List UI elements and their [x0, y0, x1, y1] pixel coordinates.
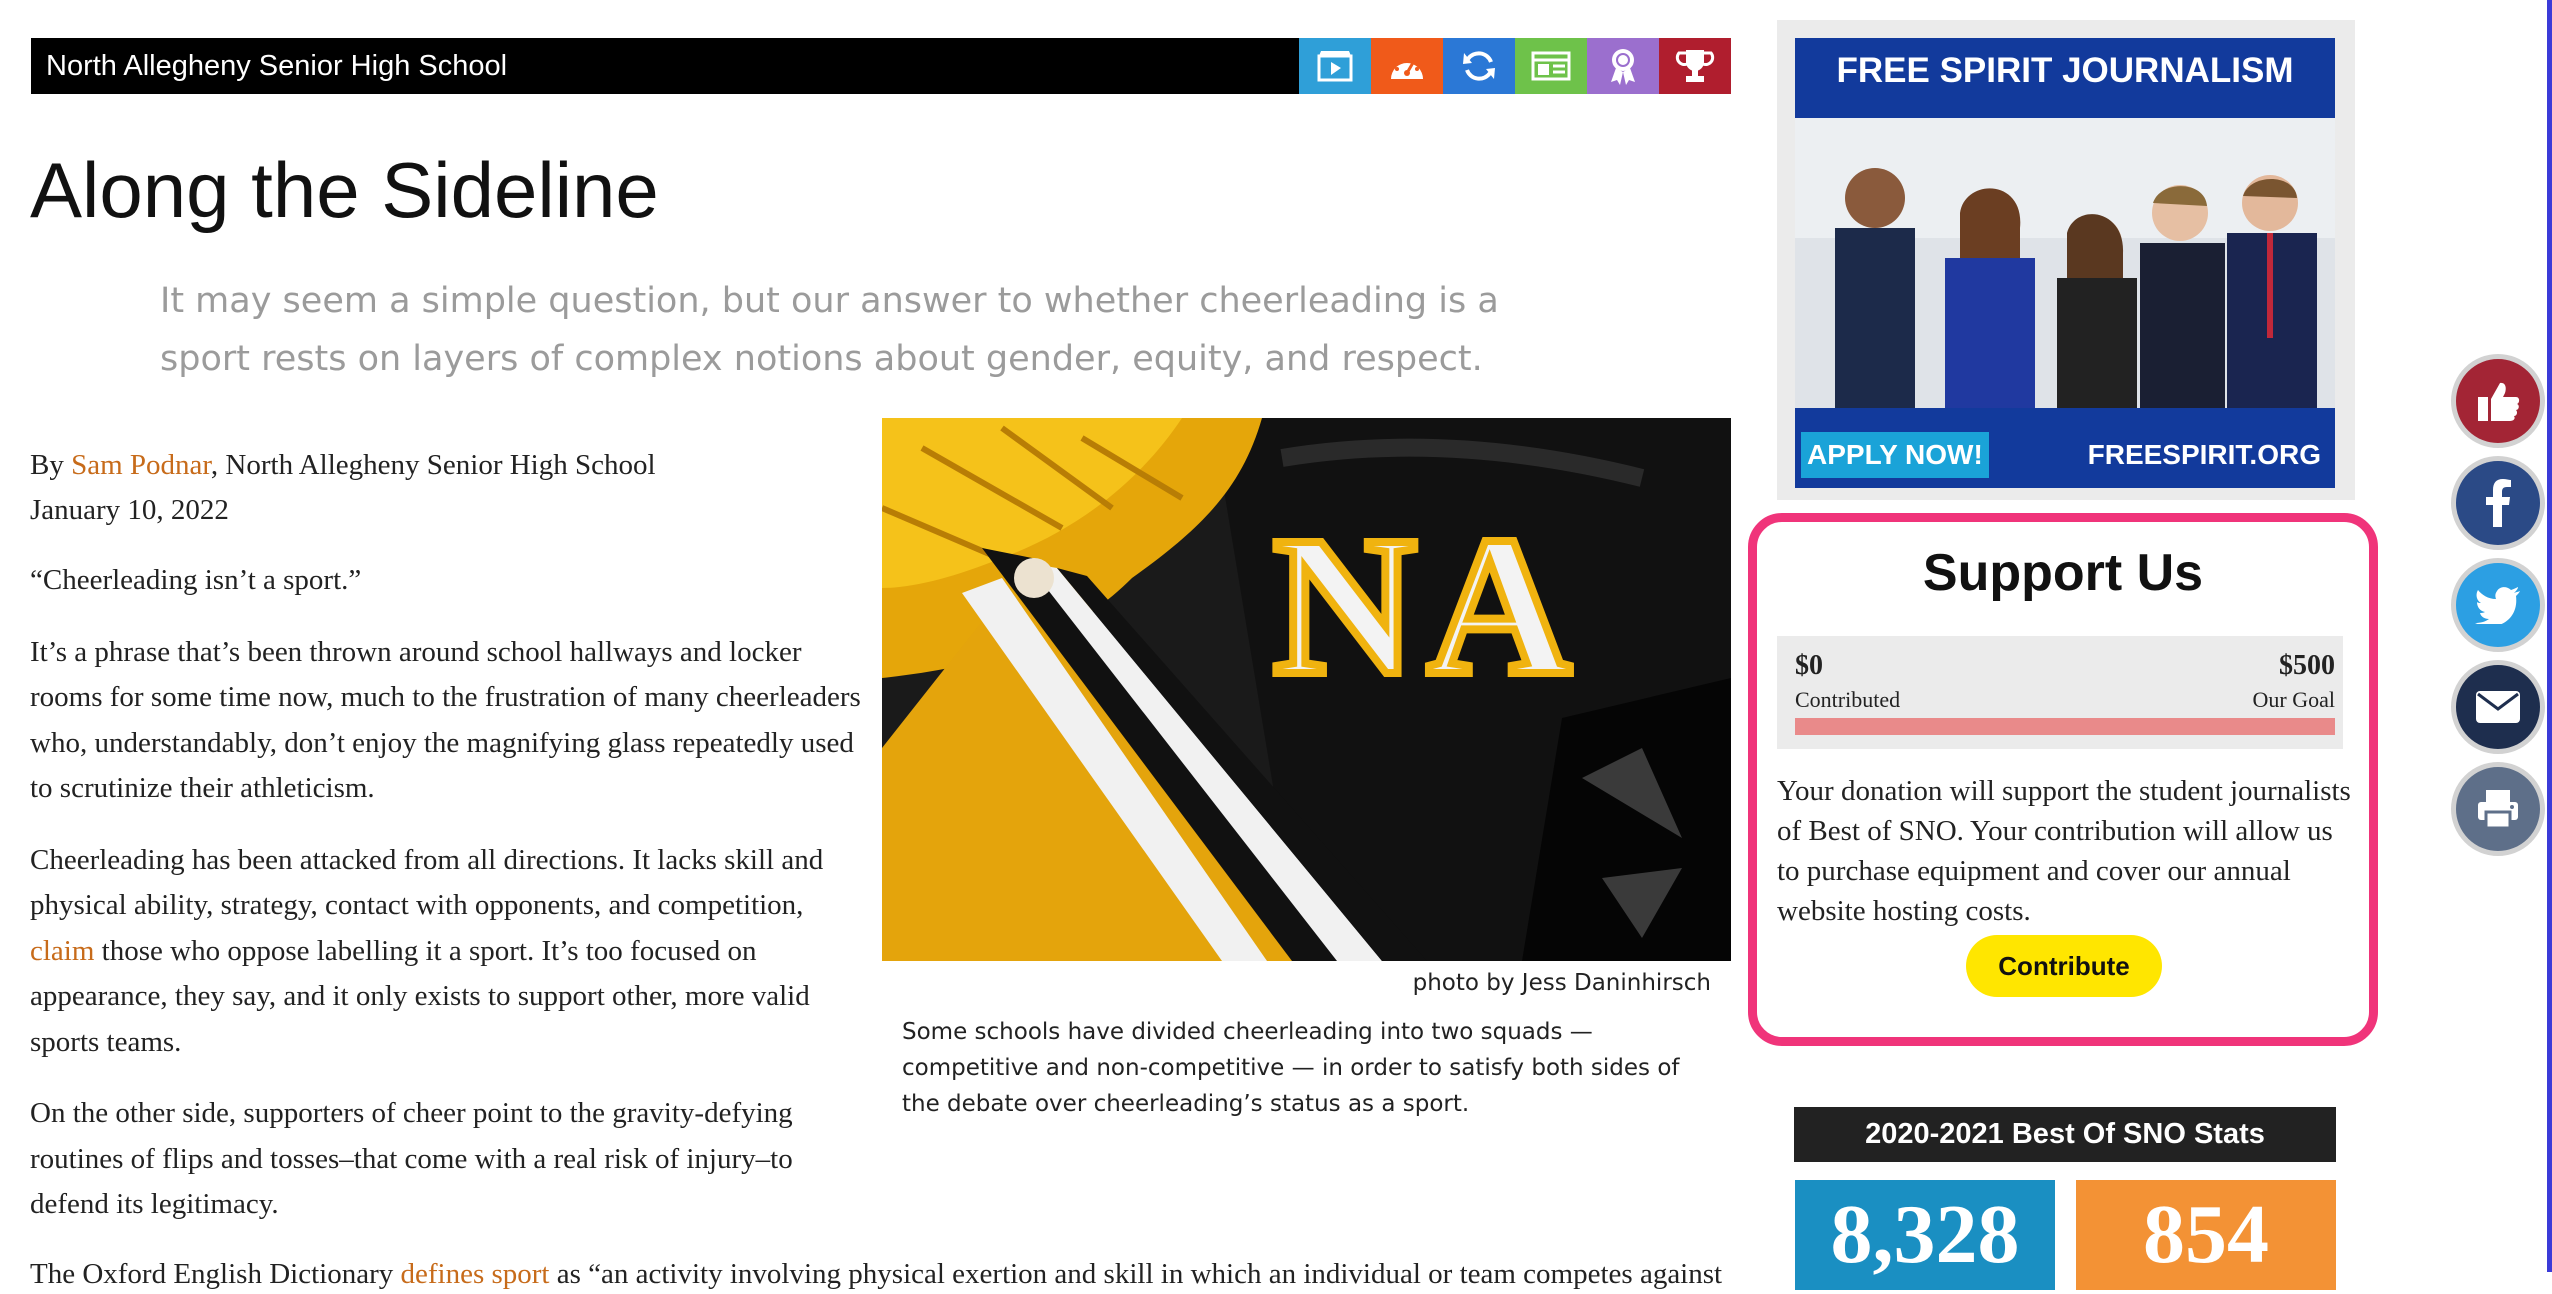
- paragraph-text: Cheerleading has been attacked from all …: [30, 843, 824, 922]
- apply-now-label: APPLY NOW!: [1801, 432, 1989, 478]
- photo-letters: NA: [1273, 496, 1582, 717]
- byline: By Sam Podnar, North Allegheny Senior Hi…: [30, 443, 656, 533]
- author-link[interactable]: Sam Podnar: [71, 449, 211, 481]
- support-title: Support Us: [1922, 544, 2204, 602]
- donation-description: Your donation will support the student j…: [1777, 775, 2351, 927]
- email-icon: [2476, 691, 2520, 723]
- goal-label: Our Goal: [2252, 687, 2335, 712]
- school-name[interactable]: North Allegheny Senior High School: [46, 38, 507, 94]
- like-button[interactable]: [2451, 354, 2545, 448]
- byline-prefix: By: [30, 449, 72, 481]
- paragraph-text: as “an activity involving physical exert…: [549, 1258, 1723, 1290]
- goal-amount: $500: [2279, 650, 2335, 681]
- paragraph-text: The Oxford English Dictionary: [30, 1258, 401, 1290]
- video-icon[interactable]: [1299, 38, 1371, 94]
- stat-value: 854: [2143, 1188, 2269, 1281]
- article-body: “Cheerleading isn’t a sport.” It’s a phr…: [30, 558, 870, 1254]
- paragraph: On the other side, supporters of cheer p…: [30, 1097, 793, 1220]
- paragraph: Cheerleading has been attacked from all …: [30, 838, 870, 1066]
- contributed-label: Contributed: [1795, 687, 1901, 712]
- window-edge: [2547, 0, 2552, 1272]
- article-deck: It may seem a simple question, but our a…: [160, 281, 1499, 379]
- defines-sport-link[interactable]: defines sport: [400, 1258, 549, 1290]
- ad-headline: FREE SPIRIT JOURNALISM CONFERENCE: [1836, 51, 2294, 156]
- category-icon-bar: [1299, 38, 1731, 94]
- stat-value-box: 8,328: [1795, 1180, 2055, 1290]
- stat-value-box: 854: [2076, 1180, 2336, 1290]
- stat-value: 8,328: [1830, 1188, 2020, 1281]
- ad-photo: [1795, 118, 2335, 408]
- goal-progress-bar: [1795, 718, 2335, 735]
- refresh-icon[interactable]: [1443, 38, 1515, 94]
- trophy-icon[interactable]: [1659, 38, 1731, 94]
- like-icon: [2478, 382, 2520, 421]
- paragraph: It’s a phrase that’s been thrown around …: [30, 635, 861, 805]
- byline-affiliation: , North Allegheny Senior High School: [210, 449, 656, 481]
- contribute-button[interactable]: Contribute: [1966, 935, 2162, 997]
- school-banner[interactable]: North Allegheny Senior High School: [31, 38, 1299, 94]
- conference-ad[interactable]: FREE SPIRIT JOURNALISM CONFERENCE APPLY …: [1795, 38, 2335, 488]
- photo-caption: Some schools have divided cheerleading i…: [902, 1019, 1680, 1117]
- twitter-share-button[interactable]: [2451, 558, 2545, 652]
- newspaper-icon[interactable]: [1515, 38, 1587, 94]
- paragraph-text: those who oppose labelling it a sport. I…: [30, 934, 810, 1058]
- claim-link[interactable]: claim: [30, 935, 94, 967]
- publish-date: January 10, 2022: [30, 494, 229, 526]
- twitter-icon: [2475, 587, 2520, 624]
- award-icon[interactable]: [1587, 38, 1659, 94]
- stats-title: 2020-2021 Best Of SNO Stats: [1794, 1107, 2336, 1162]
- paragraph: “Cheerleading isn’t a sport.”: [30, 564, 362, 596]
- contributed-amount: $0: [1795, 650, 1823, 681]
- print-button[interactable]: [2451, 762, 2545, 856]
- article-photo[interactable]: NA: [882, 418, 1731, 961]
- facebook-share-button[interactable]: [2451, 456, 2545, 550]
- photo-credit: photo by Jess Daninhirsch: [1412, 970, 1711, 996]
- gauge-icon[interactable]: [1371, 38, 1443, 94]
- print-icon: [2478, 790, 2518, 830]
- email-share-button[interactable]: [2451, 660, 2545, 754]
- ad-footer: APPLY NOW! FREESPIRIT.ORG: [1795, 422, 2335, 488]
- article-title: Along the Sideline: [30, 146, 659, 234]
- ad-url: FREESPIRIT.ORG: [2087, 439, 2321, 470]
- partial-paragraph: The Oxford English Dictionary defines sp…: [30, 1254, 1730, 1294]
- facebook-icon: [2486, 479, 2511, 527]
